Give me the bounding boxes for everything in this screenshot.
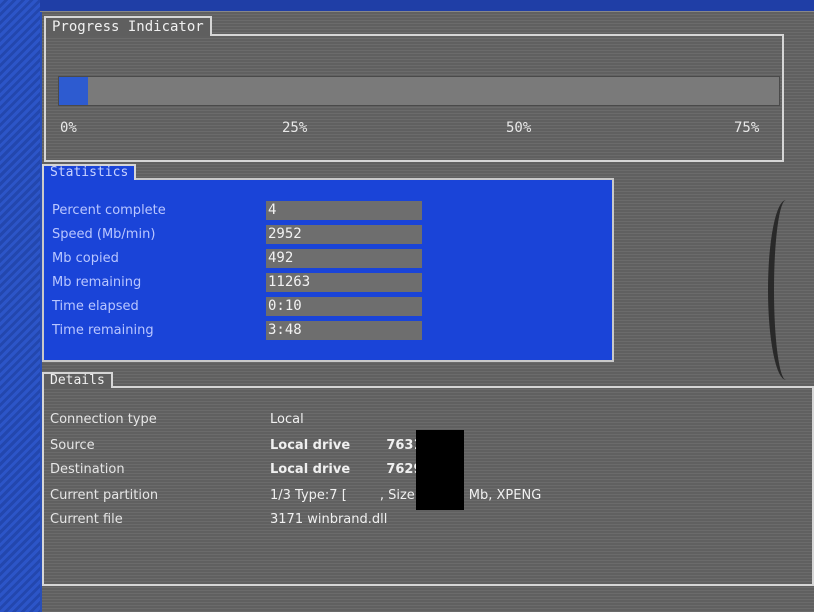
progress-indicator-group: Progress Indicator 0% 25% 50% 75% (44, 16, 784, 162)
stat-value: 4 (266, 201, 422, 220)
tick-0: 0% (60, 120, 77, 136)
detail-label-partition: Current partition (50, 488, 159, 503)
stat-row-time-elapsed: Time elapsed 0:10 (52, 296, 612, 318)
stat-label: Mb copied (52, 251, 119, 266)
tick-75: 75% (734, 120, 760, 136)
detail-value-connection: Local (270, 412, 304, 427)
detail-label-destination: Destination (50, 462, 125, 477)
stat-row-mb-copied: Mb copied 492 (52, 248, 612, 270)
stat-value: 3:48 (266, 321, 422, 340)
stat-label: Percent complete (52, 203, 166, 218)
detail-label-source: Source (50, 438, 95, 453)
window-titlebar (40, 0, 814, 12)
redaction-block (416, 430, 464, 510)
stat-row-time-remaining: Time remaining 3:48 (52, 320, 612, 342)
progress-legend: Progress Indicator (44, 16, 212, 36)
stat-label: Speed (Mb/min) (52, 227, 156, 242)
stat-value: 2952 (266, 225, 422, 244)
progress-bar-fill (59, 77, 88, 105)
desktop-background (0, 0, 40, 612)
progress-bar-track (58, 76, 780, 106)
stat-value: 11263 (266, 273, 422, 292)
decorative-swirl (768, 200, 804, 380)
statistics-legend: Statistics (42, 164, 137, 180)
stat-label: Time elapsed (52, 299, 139, 314)
stat-row-mb-remaining: Mb remaining 11263 (52, 272, 612, 294)
stat-row-speed: Speed (Mb/min) 2952 (52, 224, 612, 246)
stat-label: Time remaining (52, 323, 154, 338)
stat-label: Mb remaining (52, 275, 142, 290)
detail-value-current-file: 3171 winbrand.dll (270, 512, 388, 527)
detail-label-connection: Connection type (50, 412, 157, 427)
details-legend: Details (42, 372, 113, 388)
tick-50: 50% (506, 120, 532, 136)
detail-value-partition: 1/3 Type:7 [ , Size: 60000 Mb, XPENG (270, 488, 542, 503)
stat-value: 492 (266, 249, 422, 268)
detail-label-current-file: Current file (50, 512, 123, 527)
stat-row-percent: Percent complete 4 (52, 200, 612, 222)
statistics-group: Statistics Percent complete 4 Speed (Mb/… (42, 164, 614, 362)
stat-value: 0:10 (266, 297, 422, 316)
tick-25: 25% (282, 120, 308, 136)
